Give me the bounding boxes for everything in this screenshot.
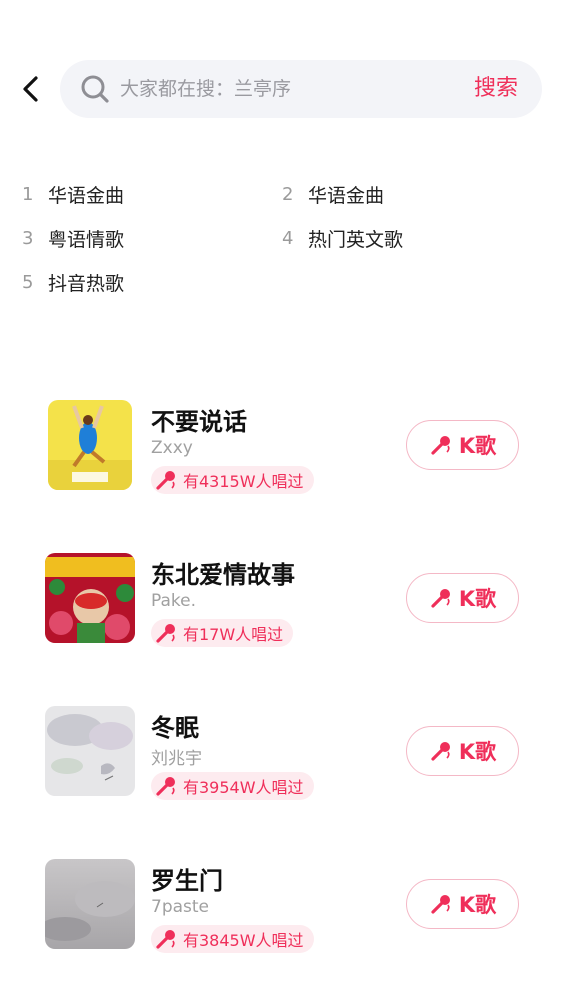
microphone-icon — [156, 471, 175, 490]
karaoke-button[interactable]: K歌 — [406, 879, 519, 929]
sung-count-badge: 有17W人唱过 — [151, 619, 294, 647]
hot-search-item[interactable]: 5 抖音热歌 — [22, 260, 124, 304]
microphone-icon — [431, 589, 450, 608]
sung-count-badge: 有3845W人唱过 — [151, 925, 314, 953]
sung-count-text: 有4315W人唱过 — [183, 472, 304, 491]
karaoke-button-label: K歌 — [458, 893, 497, 917]
song-row[interactable]: 冬眠 刘兆宇 有3954W人唱过 K歌 — [0, 706, 564, 826]
song-artist: Pake. — [151, 591, 197, 611]
search-input[interactable] — [120, 60, 450, 118]
album-cover[interactable] — [48, 400, 132, 490]
song-artist: 7paste — [151, 897, 210, 917]
song-title: 冬眠 — [151, 714, 199, 742]
song-title: 罗生门 — [151, 867, 223, 895]
hot-search-rank: 2 — [282, 183, 294, 205]
hot-search-label: 华语金曲 — [48, 184, 125, 207]
microphone-icon — [156, 777, 175, 796]
hot-search-rank: 1 — [22, 183, 34, 205]
top-bar: 搜索 — [0, 60, 564, 118]
song-artist: 刘兆宇 — [151, 749, 202, 769]
back-button[interactable] — [14, 72, 48, 106]
song-row[interactable]: 东北爱情故事 Pake. 有17W人唱过 K歌 — [0, 553, 564, 673]
sung-count-text: 有3954W人唱过 — [183, 778, 304, 797]
hot-search-item[interactable]: 3 粤语情歌 — [22, 216, 124, 260]
karaoke-button-label: K歌 — [458, 740, 497, 764]
song-row[interactable]: 不要说话 Zxxy 有4315W人唱过 K歌 — [0, 400, 564, 520]
song-row[interactable]: 罗生门 7paste 有3845W人唱过 K歌 — [0, 859, 564, 979]
search-box[interactable]: 搜索 — [60, 60, 542, 118]
microphone-icon — [431, 742, 450, 761]
chevron-left-icon — [23, 76, 38, 102]
hot-search-label: 热门英文歌 — [308, 228, 404, 251]
karaoke-button-label: K歌 — [458, 587, 497, 611]
karaoke-button[interactable]: K歌 — [406, 420, 519, 470]
hot-search-rank: 5 — [22, 271, 34, 293]
album-cover[interactable] — [45, 706, 135, 796]
sung-count-badge: 有4315W人唱过 — [151, 466, 314, 494]
hot-search-item[interactable]: 1 华语金曲 — [22, 172, 124, 216]
karaoke-button[interactable]: K歌 — [406, 726, 519, 776]
song-title: 不要说话 — [151, 408, 247, 436]
album-cover-art — [45, 859, 135, 949]
hot-search-item[interactable]: 4 热门英文歌 — [282, 216, 403, 260]
hot-search-label: 粤语情歌 — [48, 228, 125, 251]
search-icon — [81, 75, 109, 103]
sung-count-badge: 有3954W人唱过 — [151, 772, 314, 800]
song-artist: Zxxy — [151, 438, 193, 458]
hot-search-label: 抖音热歌 — [48, 272, 125, 295]
karaoke-button-label: K歌 — [458, 434, 497, 458]
hot-search-rank: 3 — [22, 227, 34, 249]
album-cover[interactable] — [45, 859, 135, 949]
hot-search-item[interactable]: 2 华语金曲 — [282, 172, 384, 216]
album-cover[interactable] — [45, 553, 135, 643]
hot-search-rank: 4 — [282, 227, 294, 249]
sung-count-text: 有17W人唱过 — [183, 625, 284, 644]
album-cover-art — [45, 553, 135, 643]
microphone-icon — [431, 436, 450, 455]
karaoke-button[interactable]: K歌 — [406, 573, 519, 623]
song-title: 东北爱情故事 — [151, 561, 295, 589]
sung-count-text: 有3845W人唱过 — [183, 931, 304, 950]
album-cover-art — [45, 706, 135, 796]
microphone-icon — [156, 624, 175, 643]
microphone-icon — [156, 930, 175, 949]
microphone-icon — [431, 895, 450, 914]
album-cover-art — [48, 400, 132, 490]
search-button[interactable]: 搜索 — [474, 60, 518, 118]
hot-search-label: 华语金曲 — [308, 184, 385, 207]
